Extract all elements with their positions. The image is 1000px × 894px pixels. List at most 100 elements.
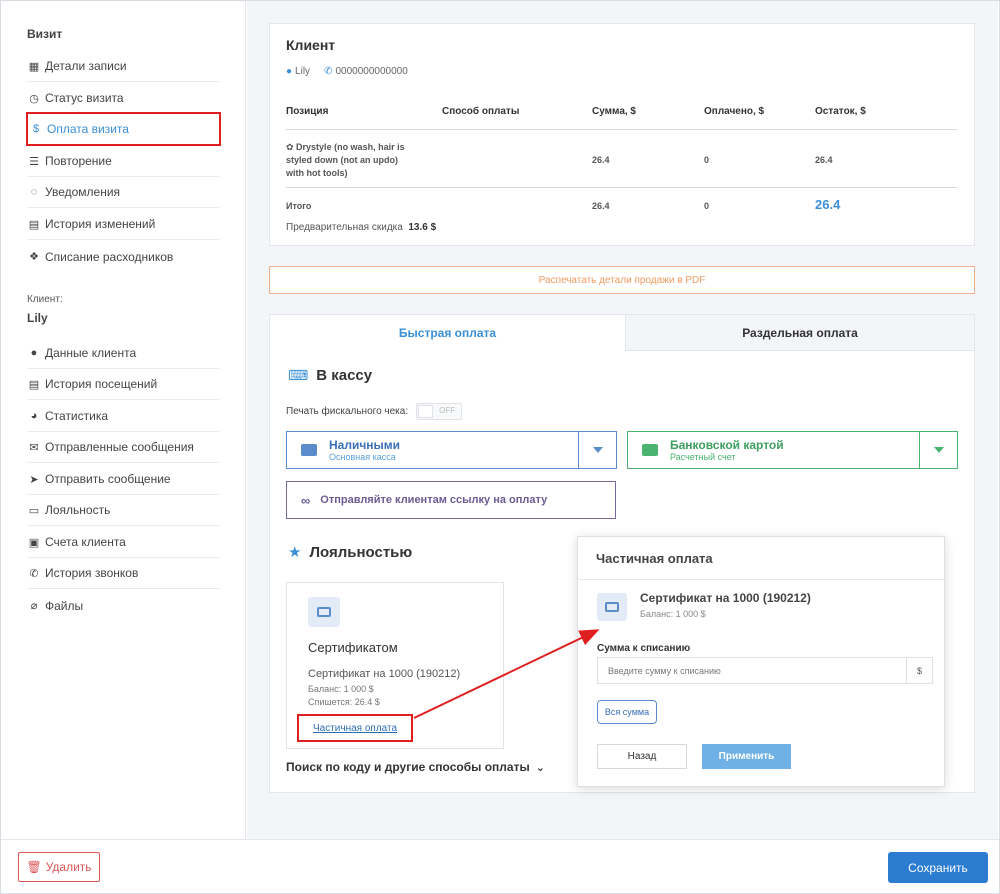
sidebar-item-statistics[interactable]: ◕ Статистика (27, 401, 220, 432)
full-amount-button[interactable]: Вся сумма (597, 700, 657, 724)
sidebar-item-send-message[interactable]: ➤ Отправить сообщение (27, 464, 220, 495)
sidebar-item-client-data[interactable]: ● Данные клиента (27, 338, 220, 369)
certificate-card[interactable]: Сертификатом Сертификат на 1000 (190212)… (286, 582, 504, 749)
toggle-state: OFF (439, 406, 456, 415)
discount-label: Предварительная скидка (286, 222, 403, 233)
sidebar-item-label: Уведомления (45, 185, 121, 199)
table-row-item-name: ✿ Drystyle (no wash, hair is styled down… (286, 141, 405, 180)
column-header-sum: Сумма, $ (592, 106, 636, 117)
amount-unit: $ (906, 658, 932, 683)
save-button[interactable]: Сохранить (888, 852, 988, 883)
sidebar-client-label: Клиент: (27, 294, 63, 305)
sidebar-item-repeat[interactable]: ☰ Повторение (27, 146, 220, 177)
item-name-line2: styled down (not an updo) (286, 155, 398, 165)
clock-icon: ◷ (29, 92, 39, 105)
print-pdf-button[interactable]: Распечатать детали продажи в PDF (269, 266, 975, 294)
discount-value: 13.6 $ (408, 222, 437, 233)
phone-icon: ✆ (324, 66, 333, 77)
cashbox-section-title: ⌨ В кассу (288, 367, 372, 384)
sidebar-item-label: Файлы (45, 598, 84, 613)
sidebar-item-label: Отправленные сообщения (45, 440, 194, 454)
sidebar-item-label: История посещений (45, 377, 158, 391)
briefcase-icon: ▣ (28, 536, 40, 549)
client-name: Lily (295, 66, 311, 77)
sidebar-item-calls[interactable]: ✆ История звонков (27, 558, 220, 589)
sidebar-item-history[interactable]: ▤ История изменений (27, 209, 220, 240)
chat-icon: ◌ (30, 186, 38, 198)
pay-card-title: Банковской картой (670, 438, 784, 452)
sidebar-item-sent-messages[interactable]: ✉ Отправленные сообщения (27, 432, 220, 463)
delete-button[interactable]: 🗑 Удалить (18, 852, 100, 882)
sidebar-item-label: Повторение (45, 154, 112, 168)
loyalty-section-title: ★ Лояльностью (288, 543, 412, 562)
footer-bar: 🗑 Удалить Сохранить (1, 839, 999, 893)
list-icon: ☰ (29, 155, 39, 168)
popup-amount-field: $ (597, 657, 933, 684)
popup-certificate-name: Сертификат на 1000 (190212) (640, 591, 811, 605)
item-name-line1: Drystyle (no wash, hair is (296, 142, 405, 152)
partial-payment-link[interactable]: Частичная оплата (297, 714, 413, 742)
pie-chart-icon: ◕ (30, 410, 38, 422)
sidebar-item-label: Данные клиента (45, 346, 137, 360)
client-phone-info: ✆ 0000000000000 (324, 66, 408, 77)
phone-icon: ✆ (29, 567, 39, 580)
fiscal-receipt-row: Печать фискального чека: OFF (286, 403, 463, 420)
sidebar-item-consumables[interactable]: ❖ Списание расходников (27, 241, 220, 272)
total-rest: 26.4 (815, 197, 841, 212)
certificate-writeoff: Спишется: 26.4 $ (308, 697, 380, 707)
user-icon: ● (286, 66, 293, 77)
pay-card-button[interactable]: Банковской картой Расчетный счет (627, 431, 958, 469)
pay-cash-title: Наличными (329, 438, 401, 452)
sidebar-item-loyalty[interactable]: ▭ Лояльность (27, 495, 220, 526)
sidebar-item-label: История изменений (45, 217, 156, 231)
toggle-knob (418, 405, 434, 418)
pay-cash-button[interactable]: Наличными Основная касса (286, 431, 617, 469)
paper-plane-icon: ➤ (29, 473, 39, 486)
table-divider (286, 187, 957, 188)
pay-cash-dropdown[interactable] (578, 432, 616, 468)
trash-icon: 🗑 (26, 860, 42, 874)
sidebar: Визит ▦ Детали записи ◷ Статус визита $ Опл… (1, 1, 246, 839)
certificate-type: Сертификатом (308, 640, 398, 655)
send-payment-link-label: Отправляйте клиентам ссылку на оплату (320, 494, 548, 506)
pay-card-subtitle: Расчетный счет (670, 452, 736, 462)
sidebar-item-label: Оплата визита (47, 122, 129, 136)
client-card-title: Клиент (286, 37, 336, 53)
column-header-paid: Оплачено, $ (704, 106, 765, 117)
client-meta: ● Lily ✆ 0000000000000 (286, 66, 408, 77)
popup-title: Частичная оплата (596, 551, 713, 566)
sidebar-item-payment[interactable]: $ Оплата визита (26, 112, 221, 146)
pay-card-dropdown[interactable] (919, 432, 957, 468)
sidebar-item-accounts[interactable]: ▣ Счета клиента (27, 527, 220, 558)
fiscal-toggle[interactable]: OFF (416, 403, 463, 420)
send-payment-link-button[interactable]: ∞ Отправляйте клиентам ссылку на оплату (286, 481, 616, 519)
tab-quick-payment[interactable]: Быстрая оплата (270, 315, 625, 351)
total-sum: 26.4 (592, 201, 610, 211)
tab-split-payment[interactable]: Раздельная оплата (625, 315, 974, 351)
table-divider (286, 129, 957, 130)
user-icon: ● (30, 347, 38, 359)
sidebar-item-label: Списание расходников (45, 249, 174, 264)
pay-cash-text: Наличными Основная касса (329, 438, 400, 462)
sidebar-item-visit-history[interactable]: ▤ История посещений (27, 369, 220, 400)
item-paid: 0 (704, 155, 710, 165)
amount-input[interactable] (598, 658, 906, 683)
client-name-info: ● Lily (286, 66, 310, 77)
sidebar-item-label: Детали записи (45, 59, 127, 73)
apply-button[interactable]: Применить (702, 744, 791, 769)
sidebar-item-notifications[interactable]: ◌ Уведомления (27, 177, 220, 208)
sidebar-item-label: Лояльность (45, 503, 111, 517)
back-button[interactable]: Назад (597, 744, 687, 769)
certificate-icon (597, 593, 627, 621)
sidebar-item-status[interactable]: ◷ Статус визита (27, 83, 220, 114)
sidebar-item-files[interactable]: ⌀ Файлы (27, 590, 220, 621)
client-card: Клиент ● Lily ✆ 0000000000000 Позиция Спос… (269, 23, 975, 246)
column-header-payment-method: Способ оплаты (442, 106, 520, 117)
wallet-icon (301, 444, 317, 456)
sidebar-client-name: Lily (27, 311, 48, 325)
sidebar-item-details[interactable]: ▦ Детали записи (27, 51, 220, 82)
more-payment-methods-toggle[interactable]: Поиск по коду и другие способы оплаты ⌄ (286, 760, 545, 774)
envelope-icon: ✉ (29, 441, 39, 454)
certificate-balance: Баланс: 1 000 $ (308, 684, 374, 694)
cash-register-icon: ⌨ (288, 367, 309, 383)
